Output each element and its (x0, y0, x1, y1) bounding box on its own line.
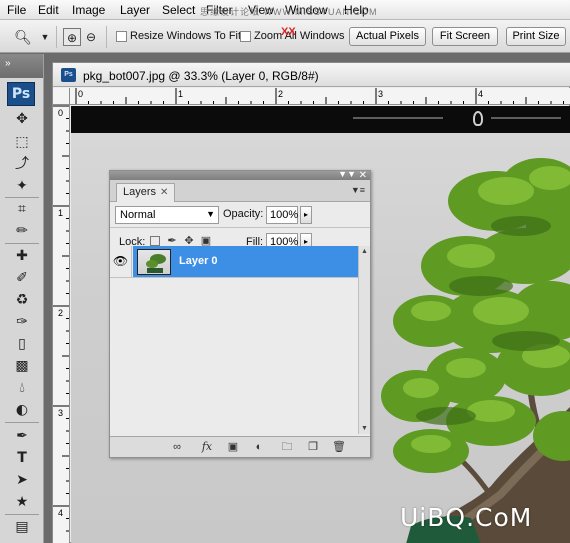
ruler-v-label: 2 (58, 308, 64, 318)
document-tab[interactable]: Ps pkg_bot007.jpg @ 33.3% (Layer 0, RGB/… (53, 63, 570, 87)
lasso-tool-icon[interactable]: ⤴ (9, 154, 35, 174)
blend-row: Normal ▼ Opacity: 100% ▸ (110, 202, 370, 228)
brush-tool-icon[interactable]: ✐ (9, 268, 35, 288)
tab-layers[interactable]: Layers ✕ (116, 183, 176, 202)
panel-menu-icon[interactable]: ▼≡ (351, 185, 365, 195)
ruler-v-label: 0 (58, 108, 64, 118)
layers-panel: ▼▼ ✕ Layers ✕ ▼≡ Normal ▼ Opacity: 100% ▸ … (109, 169, 371, 458)
layers-tab-row: Layers ✕ (110, 180, 370, 202)
move-tool-icon[interactable]: ✥ (9, 109, 35, 129)
opacity-input[interactable]: 100% (266, 206, 298, 224)
ruler-h-label: 3 (378, 89, 384, 99)
zoom-tool-icon[interactable]: 🔍︎ (14, 28, 32, 46)
eraser-tool-icon[interactable]: ▯ (9, 334, 35, 354)
fit-screen-button[interactable]: Fit Screen (432, 27, 498, 46)
ps-file-icon: Ps (61, 68, 76, 82)
adjustment-layer-icon[interactable]: ◐ (252, 440, 266, 454)
zoom-out-icon[interactable]: ⊖ (82, 28, 100, 46)
marquee-tool-icon[interactable]: ⬚ (9, 132, 35, 152)
menu-edit[interactable]: Edit (38, 3, 59, 17)
layer-name[interactable]: Layer 0 (179, 255, 218, 267)
layers-list: 👁︎ Layer 0 (110, 246, 358, 434)
tab-layers-label: Layers (123, 186, 157, 198)
separator (5, 514, 39, 515)
zoom-in-icon[interactable]: ⊕ (63, 28, 81, 46)
zoom-all-windows-checkbox[interactable] (240, 31, 251, 42)
separator (5, 422, 39, 423)
options-bar: 🔍︎ ▼ ⊕ ⊖ Resize Windows To Fit Zoom All … (0, 20, 570, 53)
layer-style-icon[interactable]: fx (200, 440, 214, 454)
new-layer-icon[interactable]: ❐ (306, 440, 320, 454)
ruler-h-label: 2 (278, 89, 284, 99)
red-xx-watermark: XX (281, 26, 296, 38)
separator (106, 26, 107, 48)
layers-scrollbar[interactable]: ▲ ▼ (358, 246, 370, 434)
blend-mode-value: Normal (120, 209, 156, 221)
tools-panel: » Ps ✥ ⬚ ⤴ ✦ ⌗ ✏ ✚ ✐ ♻ ✑ ▯ ▩ 💧︎ ◐ ✒ T ➤ … (0, 54, 44, 543)
separator (56, 26, 57, 48)
menu-bar: File Edit Image Layer Select Filter View… (0, 0, 570, 20)
separator (5, 243, 39, 244)
notes-tool-icon[interactable]: ▤ (9, 517, 35, 537)
separator (5, 197, 39, 198)
site-watermark: 思缘设计论坛 WWW.MISSYUAN.COM (200, 7, 378, 17)
ruler-h-label: 0 (78, 89, 84, 99)
link-layers-icon[interactable]: ∞ (170, 440, 184, 454)
zoom-all-windows-label: Zoom All Windows (254, 30, 345, 42)
blur-tool-icon[interactable]: 💧︎ (9, 378, 35, 398)
dodge-tool-icon[interactable]: ◐ (9, 400, 35, 420)
layer-row[interactable]: 👁︎ Layer 0 (110, 246, 358, 278)
scroll-up-icon[interactable]: ▲ (361, 248, 368, 255)
document-title: pkg_bot007.jpg @ 33.3% (Layer 0, RGB/8#) (83, 69, 319, 83)
layer-thumbnail (137, 249, 171, 275)
healing-brush-tool-icon[interactable]: ✚ (9, 246, 35, 266)
photoshop-logo[interactable]: Ps (7, 82, 35, 106)
ruler-v-label: 1 (58, 208, 64, 218)
tools-collapse-icon[interactable]: » (0, 54, 43, 78)
opacity-label: Opacity: (223, 208, 264, 220)
ruler-h-label: 1 (178, 89, 184, 99)
layers-panel-titlebar[interactable] (110, 171, 370, 180)
magic-wand-tool-icon[interactable]: ✦ (9, 176, 35, 196)
layer-mask-icon[interactable]: ▣ (226, 440, 240, 454)
opacity-slider-button[interactable]: ▸ (300, 206, 312, 224)
clone-stamp-tool-icon[interactable]: ♻ (9, 290, 35, 310)
menu-file[interactable]: File (7, 3, 26, 17)
ruler-v-label: 3 (58, 408, 64, 418)
ruler-v-label: 4 (58, 508, 64, 518)
pen-tool-icon[interactable]: ✒ (9, 426, 35, 446)
history-brush-tool-icon[interactable]: ✑ (9, 312, 35, 332)
print-size-button[interactable]: Print Size (506, 27, 566, 46)
type-tool-icon[interactable]: T (9, 448, 35, 468)
chevron-down-icon: ▼ (206, 209, 215, 219)
ruler-corner[interactable] (53, 88, 70, 105)
site-watermark-bottom: UiBQ.CoM (400, 503, 533, 532)
menu-layer[interactable]: Layer (120, 3, 150, 17)
eyedropper-tool-icon[interactable]: ✏ (9, 221, 35, 241)
scroll-down-icon[interactable]: ▼ (361, 425, 368, 432)
custom-shape-tool-icon[interactable]: ★ (9, 492, 35, 512)
tool-preset-dropdown-icon[interactable]: ▼ (36, 28, 54, 46)
lock-transparent-icon[interactable] (150, 236, 160, 246)
new-group-icon[interactable]: 🗀︎ (280, 440, 294, 454)
eye-icon[interactable]: 👁︎ (110, 246, 132, 277)
layers-footer: ∞ fx ▣ ◐ 🗀︎ ❐ 🗑︎ (110, 436, 370, 457)
blend-mode-select[interactable]: Normal ▼ (115, 206, 219, 224)
crop-tool-icon[interactable]: ⌗ (9, 199, 35, 219)
close-tab-icon[interactable]: ✕ (160, 187, 168, 198)
menu-image[interactable]: Image (72, 3, 105, 17)
gradient-tool-icon[interactable]: ▩ (9, 356, 35, 376)
actual-pixels-button[interactable]: Actual Pixels (349, 27, 426, 46)
resize-windows-label: Resize Windows To Fit (130, 30, 242, 42)
vertical-ruler[interactable]: 0 1 2 3 4 (53, 105, 70, 543)
horizontal-ruler[interactable]: 0 1 2 3 4 (70, 88, 570, 105)
path-selection-tool-icon[interactable]: ➤ (9, 470, 35, 490)
ruler-h-label: 4 (478, 89, 484, 99)
collapse-panel-icon[interactable]: ▼▼ (338, 169, 356, 179)
resize-windows-checkbox[interactable] (116, 31, 127, 42)
trash-icon[interactable]: 🗑︎ (332, 440, 346, 454)
menu-select[interactable]: Select (162, 3, 195, 17)
